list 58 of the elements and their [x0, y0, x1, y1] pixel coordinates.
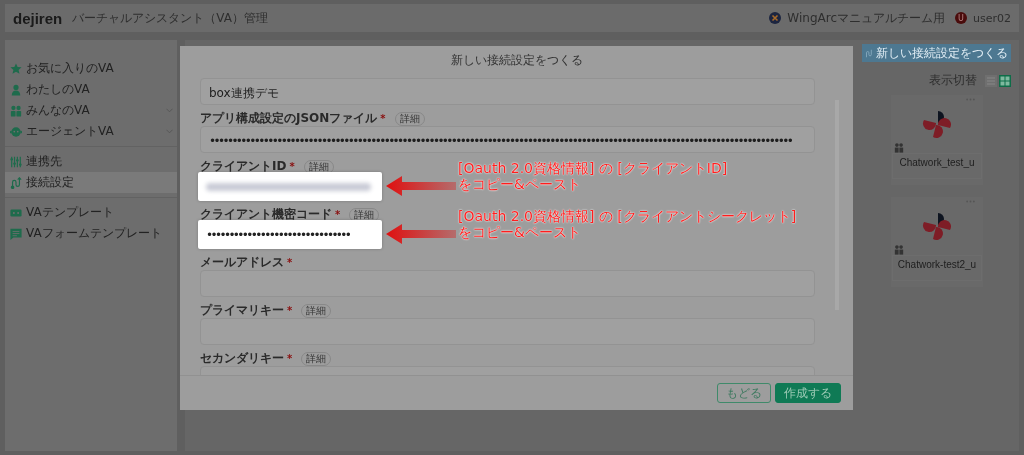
petal-logo-icon — [922, 109, 952, 139]
required-mark: * — [380, 113, 386, 124]
required-mark: * — [289, 161, 295, 172]
sidebar-item[interactable]: 連携先 — [5, 151, 177, 172]
user-name[interactable]: user02 — [973, 11, 1011, 25]
annotation-text: をコピー&ペースト — [458, 176, 582, 192]
annotation-text: をコピー&ペースト — [458, 224, 582, 240]
input-field[interactable]: •••••••••••••••••••••••••••••••••••••••••••••••••••••••••••••••••••••••••••••••••••••••••••••••••••••••••••••••••••••••••••••••••• — [200, 126, 815, 153]
people-icon — [10, 104, 22, 117]
form-icon — [10, 227, 22, 240]
annotation-text: [Oauth 2.0資格情報] の [クライアントID] — [458, 160, 728, 176]
annotation-text: [Oauth 2.0資格情報] の [クライアントシークレット] — [458, 208, 797, 224]
sidebar-item[interactable]: VAフォームテンプレート — [5, 223, 177, 244]
logo-text[interactable]: dejiren — [13, 9, 63, 27]
required-mark: * — [335, 209, 341, 220]
input-field[interactable]: box連携デモ — [200, 78, 815, 105]
field-label: セカンダリキー — [200, 350, 284, 367]
card-title: Chatwork_test_u — [892, 153, 982, 179]
required-mark: * — [287, 257, 293, 268]
required-mark: * — [287, 305, 293, 316]
field-value: •••••••••••••••••••••••••••••••••••••••••••••••••••••••••••••••••••••••••••••••••••••••••••••••••••••••••••••••••••••••••••••••••• — [209, 132, 792, 149]
field-label: アプリ構成設定のJSONファイル — [200, 110, 378, 127]
back-button[interactable]: もどる — [717, 383, 771, 403]
star-icon — [10, 62, 22, 75]
field-label: クライアント機密コード — [200, 206, 332, 223]
field-value: •••••••••••••••••••••••••••••••• — [206, 226, 350, 243]
sidebar-item[interactable]: お気に入りのVA — [5, 58, 177, 79]
sidebar-item[interactable]: VAテンプレート — [5, 202, 177, 223]
input-field[interactable] — [200, 318, 815, 345]
petal-logo-icon — [922, 211, 952, 241]
highlighted-input-field[interactable] — [198, 172, 382, 201]
field-label: プライマリキー — [200, 302, 284, 319]
sidebar-item[interactable]: わたしのVA — [5, 79, 177, 100]
user-avatar[interactable]: U — [955, 12, 967, 24]
create-button[interactable]: 作成する — [775, 383, 841, 403]
robot-icon — [10, 125, 22, 138]
sidebar-item[interactable]: 接続設定 — [5, 172, 177, 193]
team-logo-icon — [769, 12, 782, 24]
field-label: メールアドレス — [200, 254, 284, 271]
connection-icon — [865, 48, 874, 58]
required-mark: * — [287, 353, 293, 364]
people-icon — [894, 245, 904, 255]
modal-title: 新しい接続設定をつくる — [449, 52, 584, 69]
callout-arrow — [386, 175, 456, 197]
sliders-icon — [10, 155, 22, 168]
connect-icon — [10, 176, 22, 189]
field-label: クライアントID — [200, 158, 287, 175]
card-title: Chatwork-test2_u — [892, 255, 982, 281]
people-icon — [894, 143, 904, 153]
field-value: box連携デモ — [209, 84, 279, 101]
sidebar-item[interactable]: エージェントVA — [5, 121, 177, 142]
sidebar-item[interactable]: みんなのVA — [5, 100, 177, 121]
callout-arrow — [386, 223, 456, 245]
new-connection-button[interactable]: 新しい接続設定をつくる — [862, 44, 1011, 62]
person-icon — [10, 83, 22, 96]
grid-icon — [1000, 75, 1010, 86]
grid-view-button[interactable] — [999, 74, 1011, 87]
highlighted-input-field[interactable]: •••••••••••••••••••••••••••••••• — [198, 220, 382, 249]
